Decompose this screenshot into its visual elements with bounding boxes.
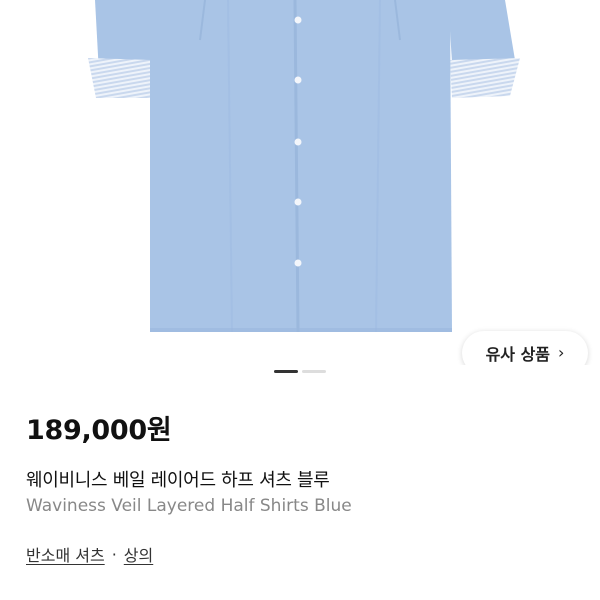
- right-cuff: [450, 58, 520, 98]
- shirt-illustration: [88, 0, 520, 333]
- image-pager[interactable]: [274, 370, 326, 373]
- category-separator: ·: [111, 544, 117, 564]
- pager-dot-active[interactable]: [274, 370, 298, 373]
- pager-dot[interactable]: [302, 370, 326, 373]
- category-link-primary[interactable]: 반소매 셔츠: [26, 542, 105, 566]
- product-image[interactable]: 유사 상품 ›: [0, 0, 600, 365]
- category-link-secondary[interactable]: 상의: [124, 542, 153, 566]
- chevron-right-icon: ›: [558, 343, 565, 362]
- product-price: 189,000원: [26, 415, 172, 446]
- category-breadcrumb: 반소매 셔츠 · 상의: [26, 542, 153, 566]
- product-name-korean: 웨이비니스 베일 레이어드 하프 셔츠 블루: [26, 470, 330, 491]
- similar-products-label: 유사 상품: [485, 345, 551, 364]
- left-cuff: [88, 58, 152, 98]
- similar-products-button[interactable]: 유사 상품 ›: [462, 331, 588, 365]
- product-name-english: Waviness Veil Layered Half Shirts Blue: [26, 496, 352, 516]
